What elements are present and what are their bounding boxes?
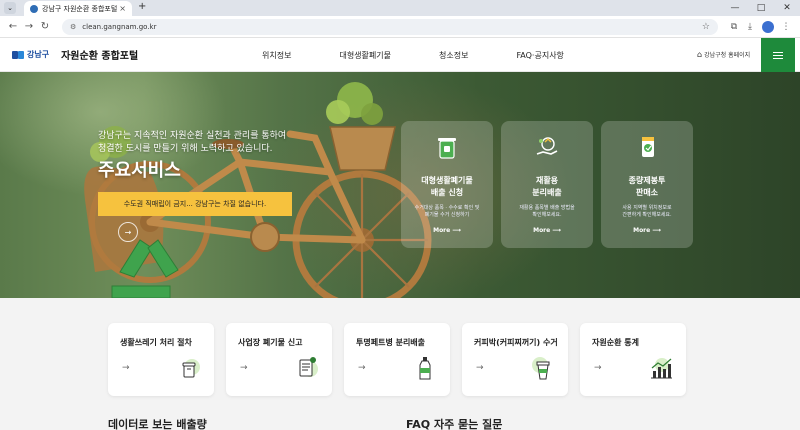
- bookmark-star-icon[interactable]: ☆: [702, 22, 710, 32]
- quick-card-label: 투명페트병 분리배출: [356, 338, 426, 347]
- hero-intro: 강남구는 지속적인 자원순환 실천과 관리를 통하여 청결한 도시를 만들기 위…: [98, 130, 286, 156]
- service-more-link[interactable]: More ⟶: [601, 227, 693, 234]
- extensions-icon[interactable]: ⧉: [726, 22, 742, 32]
- site-info-icon[interactable]: ⚙: [70, 23, 76, 31]
- quick-card-label: 자원순환 통계: [592, 338, 639, 347]
- service-title-line1: 대형생활폐기물: [421, 176, 473, 185]
- service-desc-line1: 재활용 품목별 배출 방법을: [519, 205, 575, 211]
- quick-card-label: 생활쓰레기 처리 절차: [120, 338, 192, 347]
- arrow-right-icon: →: [358, 363, 366, 373]
- arrow-right-icon: →: [240, 363, 248, 373]
- tab-search-icon[interactable]: ⌄: [4, 2, 16, 14]
- nav-cleaning-info[interactable]: 청소정보: [439, 50, 468, 61]
- service-title-line1: 재활용: [535, 176, 559, 185]
- maximize-button[interactable]: □: [748, 0, 774, 16]
- service-card-recycling[interactable]: 재활용분리배출 재활용 품목별 배출 방법을 확인해보세요. More ⟶: [501, 121, 593, 248]
- tab-close-icon[interactable]: ×: [119, 4, 126, 13]
- close-window-button[interactable]: ✕: [774, 0, 800, 16]
- reload-icon[interactable]: ↻: [38, 21, 52, 32]
- tab-title: 강남구 자원순환 종합포털: [42, 4, 118, 13]
- arrow-right-icon: →: [594, 363, 602, 373]
- quick-menu-section: 생활쓰레기 처리 절차 → 사업장 폐기물 신고 → 투명페트병 분리배출 →: [0, 298, 800, 430]
- main-nav: 위치정보 대형생활폐기물 청소정보 FAQ·공지사항: [262, 38, 612, 72]
- quick-card-business-waste[interactable]: 사업장 폐기물 신고 →: [226, 323, 332, 396]
- address-bar[interactable]: ⚙ clean.gangnam.go.kr ☆: [62, 18, 718, 35]
- coffee-cup-icon: [532, 357, 550, 380]
- garbage-bag-icon: [642, 137, 654, 157]
- favicon-icon: [30, 4, 38, 13]
- site-title: 자원순환 종합포털: [61, 51, 139, 62]
- document-report-icon: [299, 357, 318, 377]
- service-title-line2: 배출 신청: [430, 188, 464, 197]
- quick-card-waste-procedure[interactable]: 생활쓰레기 처리 절차 →: [108, 323, 214, 396]
- service-desc-line2: 확인해보세요.: [532, 212, 562, 218]
- arrow-right-icon: →: [124, 227, 132, 237]
- download-icon[interactable]: ⤓: [742, 22, 758, 32]
- nav-bulky-waste[interactable]: 대형생활폐기물: [339, 50, 391, 61]
- gu-office-home-link[interactable]: ⌂ 강남구청 홈페이지: [697, 50, 750, 59]
- minimize-button[interactable]: —: [722, 0, 748, 16]
- quick-card-label: 커피박(커피찌꺼기) 수거: [474, 338, 558, 347]
- service-desc-line1: 사용 지역별 위치정보로: [622, 205, 672, 211]
- hero-title: 주요서비스: [98, 160, 181, 181]
- site-logo[interactable]: 강남구 자원순환 종합포털: [12, 47, 138, 62]
- browser-menu-icon[interactable]: ⋮: [778, 22, 794, 32]
- hamburger-menu-button[interactable]: [761, 38, 795, 72]
- arrow-right-icon: →: [476, 363, 484, 373]
- hero-intro-line1: 강남구는 지속적인 자원순환 실천과 관리를 통하여: [98, 131, 287, 141]
- forward-icon[interactable]: →: [22, 21, 36, 32]
- trash-can-icon: [182, 359, 200, 378]
- window-controls: — □ ✕: [722, 0, 800, 16]
- service-more-link[interactable]: More ⟶: [401, 227, 493, 234]
- service-desc-line2: 간편하게 확인해보세요.: [622, 212, 672, 218]
- home-icon: ⌂: [697, 50, 703, 59]
- back-icon[interactable]: ←: [6, 21, 20, 32]
- service-title-line1: 종량제봉투: [628, 176, 666, 185]
- hero-intro-line2: 청결한 도시를 만들기 위해 노력하고 있습니다.: [98, 144, 273, 154]
- faq-section-title: FAQ 자주 묻는 질문: [406, 418, 503, 430]
- service-title-line2: 분리배출: [532, 188, 562, 197]
- browser-tabstrip: ⌄ 강남구 자원순환 종합포털 × + — □ ✕: [0, 0, 800, 16]
- service-desc-line2: 폐기물 수거 신청하기: [424, 212, 470, 218]
- recycle-hand-icon: [536, 137, 558, 155]
- hero-banner: 강남구는 지속적인 자원순환 실천과 관리를 통하여 청결한 도시를 만들기 위…: [0, 72, 800, 298]
- logo-city-name: 강남구: [27, 50, 50, 59]
- service-desc-line1: 수거대상 품목 · 수수료 확인 및: [414, 205, 480, 211]
- url-text: clean.gangnam.go.kr: [82, 22, 157, 31]
- home-link-label: 강남구청 홈페이지: [704, 52, 751, 59]
- profile-avatar[interactable]: [762, 20, 774, 33]
- slide-next-button[interactable]: →: [118, 222, 138, 242]
- nav-faq-notice[interactable]: FAQ·공지사항: [516, 50, 563, 61]
- chart-icon: [651, 358, 672, 379]
- service-more-link[interactable]: More ⟶: [501, 227, 593, 234]
- quick-card-statistics[interactable]: 자원순환 통계 →: [580, 323, 686, 396]
- gangnam-logo-icon: [12, 50, 24, 60]
- trash-bin-icon: [438, 138, 456, 159]
- arrow-right-icon: →: [122, 363, 130, 373]
- site-header: 강남구 자원순환 종합포털 위치정보 대형생활폐기물 청소정보 FAQ·공지사항…: [0, 38, 800, 72]
- bottle-icon: [419, 357, 431, 380]
- service-title-line2: 판매소: [635, 188, 659, 197]
- data-section-title: 데이터로 보는 배출량: [108, 418, 207, 430]
- browser-toolbar: ← → ↻ ⚙ clean.gangnam.go.kr ☆ ⧉ ⤓ ⋮: [0, 16, 800, 38]
- hamburger-icon: [773, 54, 783, 56]
- service-card-bulky-waste[interactable]: 대형생활폐기물배출 신청 수거대상 품목 · 수수료 확인 및 폐기물 수거 신청…: [401, 121, 493, 248]
- new-tab-button[interactable]: +: [138, 1, 146, 12]
- quick-card-pet-bottle[interactable]: 투명페트병 분리배출 →: [344, 323, 450, 396]
- service-card-bag-store[interactable]: 종량제봉투판매소 사용 지역별 위치정보로 간편하게 확인해보세요. More ⟶: [601, 121, 693, 248]
- browser-tab[interactable]: 강남구 자원순환 종합포털 ×: [24, 1, 132, 16]
- quick-card-coffee-grounds[interactable]: 커피박(커피찌꺼기) 수거 →: [462, 323, 568, 396]
- nav-location-info[interactable]: 위치정보: [262, 50, 291, 61]
- quick-card-label: 사업장 폐기물 신고: [238, 338, 303, 347]
- notice-banner[interactable]: 수도권 직매립이 금지... 강남구는 차질 없습니다.: [98, 192, 292, 216]
